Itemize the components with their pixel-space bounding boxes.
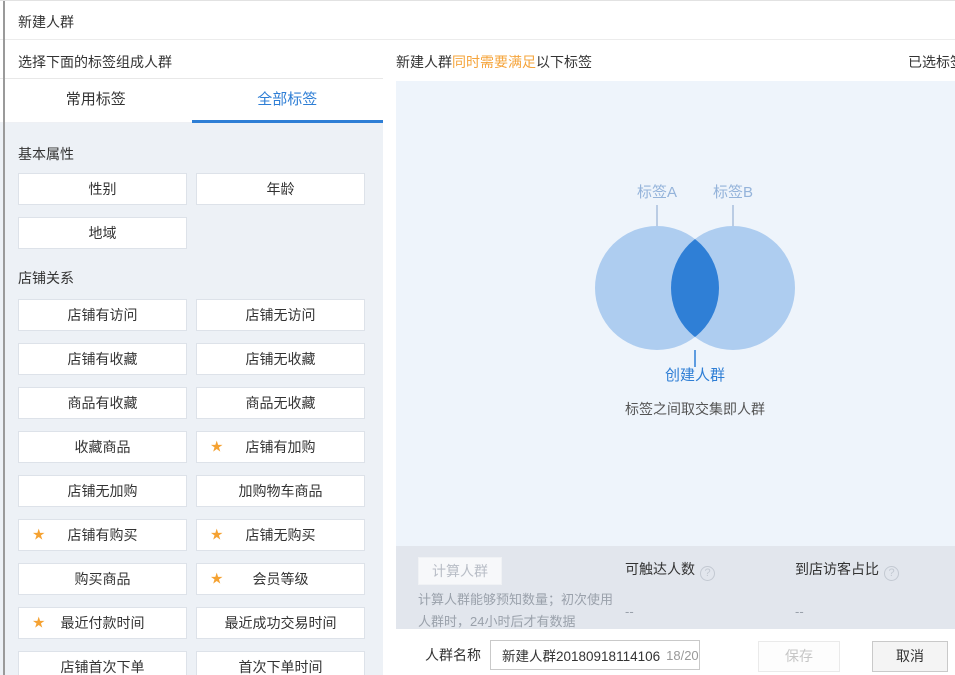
basic-attributes-grid: 性别 年龄 地域 xyxy=(18,173,365,249)
crowd-name-input[interactable]: 新建人群20180918114106 18/20 xyxy=(490,640,700,670)
venn-tag-b-label: 标签B xyxy=(713,181,753,202)
star-icon: ★ xyxy=(210,440,223,455)
crowd-stats-bar: 计算人群 计算人群能够预知数量；初次使用人群时，24小时后才有数据 可触达人数?… xyxy=(396,546,955,629)
new-crowd-dialog: 新建人群 选择下面的标签组成人群 新建人群同时需要满足以下标签 已选标签 常用标… xyxy=(0,0,955,675)
star-icon: ★ xyxy=(32,616,45,631)
section-label-basic-attributes: 基本属性 xyxy=(18,145,365,163)
metric-value: -- xyxy=(625,604,715,619)
star-icon: ★ xyxy=(210,572,223,587)
tag-label: 店铺首次下单 xyxy=(61,657,145,675)
venn-panel-header: 新建人群同时需要满足以下标签 xyxy=(396,52,592,72)
header-prefix: 新建人群 xyxy=(396,54,452,70)
tag-button-shop-favorited[interactable]: 店铺有收藏 xyxy=(18,343,187,375)
metric-reachable-count: 可触达人数? -- xyxy=(625,559,715,619)
tag-button-shop-not-visited[interactable]: 店铺无访问 xyxy=(196,299,365,331)
metric-value: -- xyxy=(795,604,899,619)
tag-label: 店铺有购买 xyxy=(68,525,138,545)
tag-label: 店铺无加购 xyxy=(68,481,138,501)
help-icon[interactable]: ? xyxy=(884,566,899,581)
cancel-button[interactable]: 取消 xyxy=(872,641,948,672)
tag-button-last-success-trade-time[interactable]: 最近成功交易时间 xyxy=(196,607,365,639)
left-panel-subtitle: 选择下面的标签组成人群 xyxy=(18,52,172,72)
dialog-title: 新建人群 xyxy=(18,12,74,32)
selected-tags-link[interactable]: 已选标签 xyxy=(908,52,955,72)
calculate-note: 计算人群能够预知数量；初次使用人群时，24小时后才有数据 xyxy=(418,589,616,633)
venn-tag-a-label: 标签A xyxy=(637,181,677,202)
help-icon[interactable]: ? xyxy=(700,566,715,581)
venn-diagram xyxy=(396,81,955,546)
save-button[interactable]: 保存 xyxy=(758,641,840,672)
tag-label: 最近成功交易时间 xyxy=(225,613,337,633)
header-suffix: 以下标签 xyxy=(536,54,592,70)
tag-button-cart-items[interactable]: 加购物车商品 xyxy=(196,475,365,507)
tag-label: 性别 xyxy=(89,179,117,199)
tag-label: 最近付款时间 xyxy=(61,613,145,633)
tag-button-item-favorited[interactable]: 商品有收藏 xyxy=(18,387,187,419)
header-highlight: 同时需要满足 xyxy=(452,54,536,70)
tag-label: 店铺无访问 xyxy=(246,305,316,325)
tag-list-panel: 基本属性 性别 年龄 地域 店铺关系 店铺有访问 店铺无访问 店铺有收藏 店铺无… xyxy=(0,123,383,675)
tag-button-shop-visited[interactable]: 店铺有访问 xyxy=(18,299,187,331)
crowd-name-label: 人群名称 xyxy=(425,645,481,665)
tag-label: 加购物车商品 xyxy=(239,481,323,501)
tag-label: 购买商品 xyxy=(75,569,131,589)
tag-label: 店铺有加购 xyxy=(246,437,316,457)
tag-button-shop-not-added-to-cart[interactable]: 店铺无加购 xyxy=(18,475,187,507)
tag-button-region[interactable]: 地域 xyxy=(18,217,187,249)
tag-button-gender[interactable]: 性别 xyxy=(18,173,187,205)
dialog-title-bar: 新建人群 xyxy=(0,1,955,40)
tag-label: 首次下单时间 xyxy=(239,657,323,675)
tag-label: 收藏商品 xyxy=(75,437,131,457)
tab-common-tags[interactable]: 常用标签 xyxy=(0,79,192,122)
tag-button-shop-first-order[interactable]: 店铺首次下单 xyxy=(18,651,187,675)
tag-tab-bar: 常用标签 全部标签 xyxy=(0,78,383,123)
tag-button-favorited-items[interactable]: 收藏商品 xyxy=(18,431,187,463)
metric-label: 可触达人数 xyxy=(625,561,695,577)
tag-label: 店铺无购买 xyxy=(246,525,316,545)
tag-label: 商品无收藏 xyxy=(246,393,316,413)
tag-button-item-not-favorited[interactable]: 商品无收藏 xyxy=(196,387,365,419)
star-icon: ★ xyxy=(32,528,45,543)
shop-relations-grid: 店铺有访问 店铺无访问 店铺有收藏 店铺无收藏 商品有收藏 商品无收藏 收藏商品… xyxy=(18,299,365,675)
crowd-name-value: 新建人群20180918114106 xyxy=(502,645,660,665)
venn-caption: 标签之间取交集即人群 xyxy=(625,399,765,419)
venn-diagram-panel: 标签A 标签B 创建人群 标签之间取交集即人群 xyxy=(396,81,955,546)
section-label-shop-relations: 店铺关系 xyxy=(18,269,365,287)
tag-button-member-level[interactable]: ★ 会员等级 xyxy=(196,563,365,595)
calculate-crowd-button[interactable]: 计算人群 xyxy=(418,557,502,585)
tag-button-age[interactable]: 年龄 xyxy=(196,173,365,205)
star-icon: ★ xyxy=(210,528,223,543)
tag-button-last-payment-time[interactable]: ★ 最近付款时间 xyxy=(18,607,187,639)
crowd-name-counter: 18/20 xyxy=(666,648,699,663)
metric-label: 到店访客占比 xyxy=(795,561,879,577)
tag-button-first-order-time[interactable]: 首次下单时间 xyxy=(196,651,365,675)
venn-create-crowd-label: 创建人群 xyxy=(665,364,725,385)
tag-button-shop-added-to-cart[interactable]: ★ 店铺有加购 xyxy=(196,431,365,463)
tag-label: 店铺有收藏 xyxy=(68,349,138,369)
tab-all-tags[interactable]: 全部标签 xyxy=(192,79,384,122)
tag-button-shop-not-purchased[interactable]: ★ 店铺无购买 xyxy=(196,519,365,551)
tag-label: 商品有收藏 xyxy=(68,393,138,413)
tag-label: 地域 xyxy=(89,223,117,243)
tag-label: 会员等级 xyxy=(253,569,309,589)
tag-label: 店铺无收藏 xyxy=(246,349,316,369)
dialog-footer: 人群名称 新建人群20180918114106 18/20 保存 取消 xyxy=(396,629,955,675)
tag-label: 店铺有访问 xyxy=(68,305,138,325)
tag-label: 年龄 xyxy=(267,179,295,199)
tag-button-purchased-items[interactable]: 购买商品 xyxy=(18,563,187,595)
metric-store-visitor-ratio: 到店访客占比? -- xyxy=(795,559,899,619)
tag-button-shop-not-favorited[interactable]: 店铺无收藏 xyxy=(196,343,365,375)
tag-button-shop-purchased[interactable]: ★ 店铺有购买 xyxy=(18,519,187,551)
